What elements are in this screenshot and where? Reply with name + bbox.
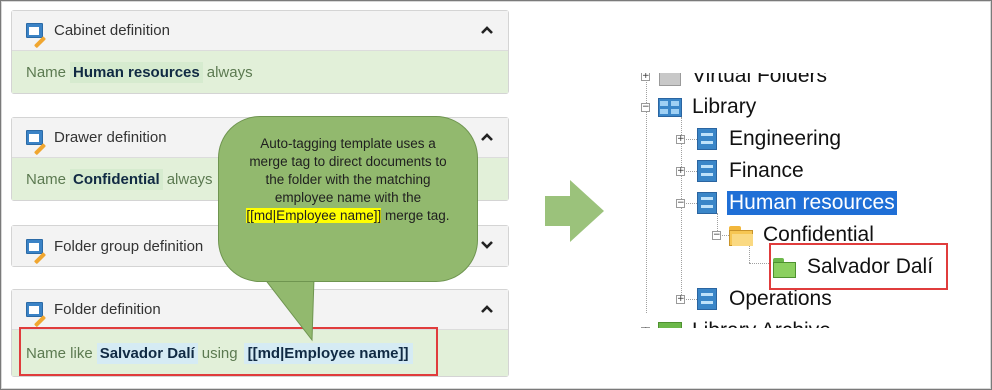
tree-node-library-archive[interactable]: + Library Archive	[641, 317, 833, 328]
expand-icon[interactable]: +	[676, 166, 685, 176]
drawer-icon	[693, 159, 721, 183]
edit-document-icon	[26, 22, 46, 49]
expand-icon[interactable]: +	[641, 326, 650, 328]
arrow-right-icon	[545, 180, 604, 242]
edit-document-icon	[26, 238, 46, 264]
cabinet-definition-panel: Cabinet definition Name Human resources …	[11, 10, 509, 94]
folder-definition-header[interactable]: Folder definition	[12, 290, 508, 330]
drawer-icon	[693, 287, 721, 311]
callout-text-end: merge tag.	[385, 208, 450, 223]
rule-value[interactable]: Confidential	[70, 168, 163, 190]
tree-node-label: Finance	[729, 159, 804, 182]
collapse-icon[interactable]: −	[676, 198, 685, 208]
chevron-up-icon[interactable]	[480, 130, 494, 144]
panel-title: Folder definition	[54, 301, 161, 318]
tree-node-label: Operations	[729, 287, 832, 310]
collapse-icon[interactable]: −	[641, 102, 650, 112]
tree-node-label: Engineering	[729, 127, 842, 150]
rule-suffix: always	[166, 170, 213, 188]
tree-node-virtual-folders[interactable]: + Virtual Folders	[641, 73, 829, 90]
drawer-icon	[693, 191, 721, 215]
panel-title: Folder group definition	[54, 237, 204, 255]
chevron-down-icon[interactable]	[480, 238, 494, 252]
chevron-up-icon[interactable]	[480, 302, 494, 316]
expand-icon[interactable]: +	[641, 73, 650, 81]
panel-title: Cabinet definition	[54, 22, 170, 39]
callout-merge-tag: [[md|Employee name]]	[246, 208, 382, 223]
cabinet-icon	[656, 95, 684, 119]
tree-node-finance[interactable]: + Finance	[676, 157, 806, 185]
rule-label: Name	[26, 170, 67, 188]
tree-node-label: Library	[692, 95, 757, 118]
cabinet-definition-rule: Name Human resources always	[12, 51, 508, 93]
rule-label: Name	[26, 63, 67, 81]
callout-bubble: Auto-tagging template uses a merge tag t…	[218, 116, 478, 282]
chevron-up-icon[interactable]	[480, 23, 494, 37]
tree-node-label: Virtual Folders	[692, 73, 828, 87]
virtual-folder-icon	[656, 73, 684, 88]
rule-value[interactable]: Human resources	[70, 61, 203, 83]
expand-icon[interactable]: +	[676, 134, 685, 144]
cabinet-green-icon	[656, 319, 684, 328]
callout-tail	[263, 278, 315, 342]
rule-highlight-box	[19, 327, 438, 376]
expand-icon[interactable]: +	[676, 294, 685, 304]
cabinet-definition-header[interactable]: Cabinet definition	[12, 11, 508, 51]
edit-document-icon	[26, 129, 46, 156]
folder-open-icon	[727, 223, 755, 247]
panel-title: Drawer definition	[54, 129, 167, 146]
collapse-icon[interactable]: −	[712, 230, 721, 240]
callout-text: Auto-tagging template uses a merge tag t…	[249, 136, 447, 205]
tree-node-label: Human resources	[727, 191, 897, 215]
tree-node-label: Library Archive	[690, 319, 833, 328]
tree-node-library[interactable]: − Library	[641, 93, 758, 121]
rule-suffix: always	[206, 63, 253, 81]
edit-document-icon	[26, 301, 46, 328]
drawer-icon	[693, 127, 721, 151]
tree-node-engineering[interactable]: + Engineering	[676, 125, 843, 153]
folder-highlight-box	[769, 243, 948, 290]
tree-node-human-resources[interactable]: − Human resources	[676, 189, 897, 217]
